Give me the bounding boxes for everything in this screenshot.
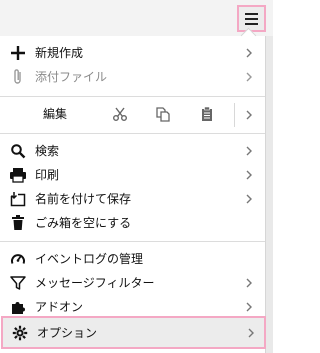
menu-item-label: 添付ファイル bbox=[35, 70, 108, 84]
menu-item-save-as[interactable]: 名前を付けて保存 bbox=[0, 188, 265, 210]
menu-item-label: イベントログの管理 bbox=[35, 252, 144, 266]
menu-item-message-filter[interactable]: メッセージフィルター bbox=[0, 272, 265, 294]
paperclip-icon bbox=[9, 68, 27, 86]
printer-icon bbox=[9, 166, 27, 184]
toolbar-background bbox=[0, 0, 273, 36]
chevron-right-icon bbox=[246, 278, 252, 288]
menu-item-event-log[interactable]: イベントログの管理 bbox=[0, 248, 265, 270]
save-icon bbox=[9, 190, 27, 208]
menu-separator bbox=[0, 133, 265, 134]
menu-item-label: メッセージフィルター bbox=[35, 276, 155, 290]
filter-icon bbox=[9, 274, 27, 292]
toolbar-divider bbox=[234, 103, 235, 127]
menu-item-addons[interactable]: アドオン bbox=[0, 296, 265, 318]
trash-icon bbox=[9, 214, 27, 232]
plus-icon bbox=[9, 44, 27, 62]
clipboard-icon[interactable] bbox=[197, 105, 217, 123]
magnifier-icon bbox=[9, 142, 27, 160]
puzzle-icon bbox=[9, 298, 27, 316]
menu-item-label: 新規作成 bbox=[35, 46, 84, 60]
menu-item-label: 名前を付けて保存 bbox=[35, 192, 132, 206]
copy-icon[interactable] bbox=[153, 105, 173, 123]
scissors-icon[interactable] bbox=[110, 105, 130, 123]
window-background-edge bbox=[266, 36, 273, 353]
menu-item-label: 編集 bbox=[43, 107, 68, 121]
menu-item-label: 検索 bbox=[35, 144, 60, 158]
menu-item-options[interactable]: オプション bbox=[1, 316, 266, 349]
menu-item-label: アドオン bbox=[35, 300, 84, 314]
menu-item-new[interactable]: 新規作成 bbox=[0, 42, 265, 64]
chevron-right-icon bbox=[246, 146, 252, 156]
chevron-right-icon bbox=[246, 170, 252, 180]
app-menu-button[interactable] bbox=[237, 5, 266, 32]
hamburger-menu-icon bbox=[245, 12, 258, 15]
chevron-right-icon bbox=[246, 302, 252, 312]
menu-item-label: 印刷 bbox=[35, 168, 60, 182]
chevron-right-icon bbox=[246, 194, 252, 204]
menu-item-label: オプション bbox=[37, 326, 98, 340]
menu-separator bbox=[0, 96, 265, 97]
menu-item-label: ごみ箱を空にする bbox=[35, 216, 132, 230]
chevron-right-icon bbox=[246, 48, 252, 58]
menu-item-search[interactable]: 検索 bbox=[0, 140, 265, 162]
menu-separator bbox=[0, 241, 265, 242]
menu-item-print[interactable]: 印刷 bbox=[0, 164, 265, 186]
gear-icon bbox=[11, 324, 29, 342]
chevron-right-icon bbox=[246, 72, 252, 82]
app-menu-panel: 新規作成 添付ファイル 編集 検索 印刷 名前を付けて保存 ごみ箱を空にする イ… bbox=[0, 27, 266, 353]
chevron-right-icon[interactable] bbox=[244, 107, 254, 123]
chevron-right-icon bbox=[248, 328, 254, 338]
menu-item-edit: 編集 bbox=[0, 103, 265, 127]
gauge-icon bbox=[9, 250, 27, 268]
menu-item-empty-trash[interactable]: ごみ箱を空にする bbox=[0, 212, 265, 234]
menu-item-attach[interactable]: 添付ファイル bbox=[0, 66, 265, 88]
